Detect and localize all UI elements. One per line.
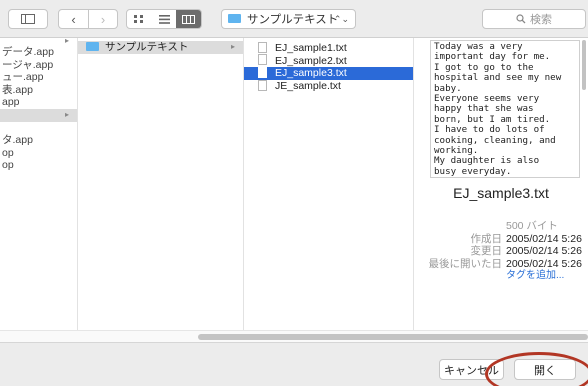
column-view-button[interactable]: [176, 10, 202, 28]
cancel-button[interactable]: キャンセル: [439, 359, 504, 380]
folder-item-selected[interactable]: サンプルテキスト ▸: [78, 41, 243, 54]
file-name: EJ_sample1.txt: [275, 42, 347, 54]
icon-view-icon: [134, 14, 144, 23]
horizontal-scrollbar[interactable]: [0, 330, 588, 342]
chevron-left-icon: ‹: [71, 11, 76, 27]
file-preview-text: Today was a very important day for me. I…: [430, 40, 580, 178]
text-file-icon: [258, 66, 267, 78]
file-item[interactable]: JE_sample.txt: [244, 79, 413, 93]
text-file-icon: [258, 41, 267, 53]
modified-value: 2005/02/14 5:26: [506, 245, 582, 258]
search-placeholder: 検索: [530, 14, 552, 26]
column-folders: サンプルテキスト ▸: [78, 38, 244, 356]
back-button[interactable]: ‹: [59, 10, 88, 28]
sidebar-icon: [21, 14, 35, 24]
folder-icon: [86, 41, 99, 51]
list-item[interactable]: ュー.app: [0, 71, 77, 84]
list-item[interactable]: タ.app: [0, 134, 77, 147]
list-item[interactable]: 表.app: [0, 84, 77, 97]
list-item-selected[interactable]: ▸: [0, 108, 77, 122]
path-popup[interactable]: サンプルテキスト ⌃⌄: [221, 9, 356, 29]
file-name: EJ_sample3.txt: [275, 67, 347, 80]
sidebar-toggle-button[interactable]: [8, 9, 48, 29]
file-item-selected[interactable]: EJ_sample3.txt: [244, 66, 413, 80]
chevron-right-icon: ▸: [64, 109, 69, 119]
text-file-icon: [258, 79, 267, 91]
list-item[interactable]: op: [0, 159, 77, 172]
column-applications: ▸ データ.app ージャ.app ュー.app 表.app app ▸ タ.a…: [0, 38, 78, 356]
file-metadata: 500 バイト 作成日 2005/02/14 5:26 変更日 2005/02/14…: [414, 220, 588, 283]
search-icon: [516, 14, 526, 24]
list-view-button[interactable]: [152, 10, 177, 28]
icon-view-button[interactable]: [127, 10, 152, 28]
open-file-dialog: ‹ › サンプルテキスト ⌃⌄ 検索 ▸ データ.app ージャ.app ュー.…: [0, 0, 588, 386]
toolbar: ‹ › サンプルテキスト ⌃⌄ 検索: [0, 0, 588, 38]
updown-arrows-icon: ⌃⌄: [333, 13, 349, 24]
file-name: JE_sample.txt: [275, 79, 341, 92]
list-item: ▸: [0, 38, 77, 46]
text-file-icon: [258, 54, 267, 66]
list-item[interactable]: ージャ.app: [0, 59, 77, 72]
created-value: 2005/02/14 5:26: [506, 232, 582, 245]
column-files: EJ_sample1.txt EJ_sample2.txt EJ_sample3…: [244, 38, 414, 356]
list-item[interactable]: データ.app: [0, 46, 77, 59]
file-item[interactable]: EJ_sample1.txt: [244, 41, 413, 55]
preview-pane: Today was a very important day for me. I…: [414, 38, 588, 356]
folder-icon: [228, 13, 241, 23]
path-label: サンプルテキスト: [247, 14, 339, 26]
column-browser: ▸ データ.app ージャ.app ュー.app 表.app app ▸ タ.a…: [0, 38, 588, 356]
last-opened-value: 2005/02/14 5:26: [506, 257, 582, 270]
search-field[interactable]: 検索: [482, 9, 586, 29]
forward-button[interactable]: ›: [87, 10, 117, 28]
preview-scrollbar[interactable]: [582, 40, 586, 90]
folder-name: サンプルテキスト: [105, 41, 189, 53]
navigation-buttons: ‹ ›: [58, 9, 118, 29]
file-item[interactable]: EJ_sample2.txt: [244, 54, 413, 68]
column-view-icon: [182, 14, 196, 24]
scrollbar-thumb[interactable]: [198, 334, 588, 340]
last-opened-label: 最後に開いた日: [428, 257, 503, 270]
chevron-right-icon: ›: [100, 11, 106, 27]
file-size: 500 バイト: [506, 220, 558, 232]
preview-filename: EJ_sample3.txt: [453, 185, 549, 201]
add-tags-link[interactable]: タグを追加...: [506, 270, 564, 283]
list-item[interactable]: app: [0, 96, 77, 109]
created-label: 作成日: [470, 232, 503, 245]
dialog-footer: キャンセル 開く: [0, 342, 588, 386]
list-item: [0, 122, 77, 135]
file-name: EJ_sample2.txt: [275, 54, 347, 67]
open-button[interactable]: 開く: [514, 359, 576, 380]
modified-label: 変更日: [470, 245, 503, 258]
list-view-icon: [158, 14, 170, 24]
chevron-right-icon: ▸: [230, 42, 235, 51]
list-item[interactable]: op: [0, 147, 77, 160]
view-mode-buttons: [126, 9, 202, 29]
